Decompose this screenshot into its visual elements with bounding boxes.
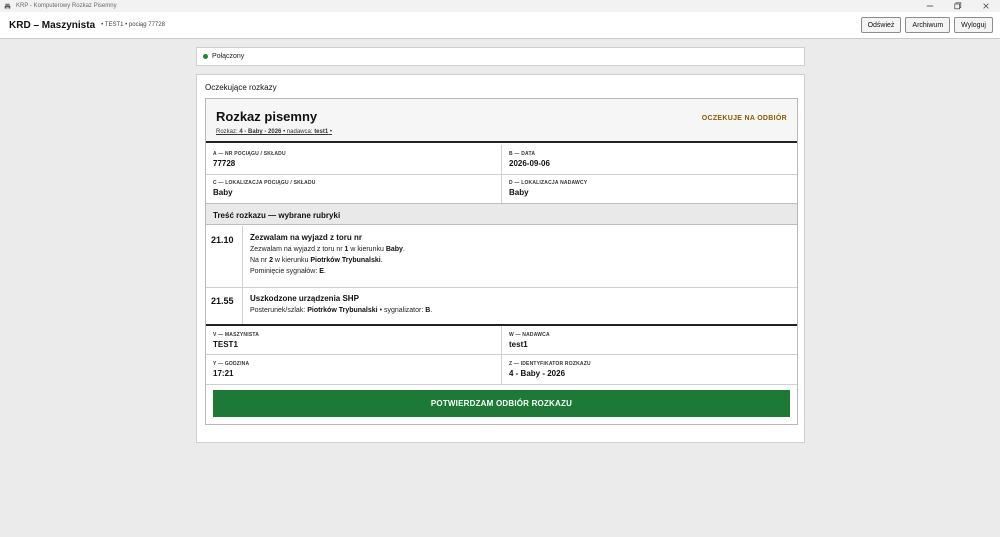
rubric-text: Zezwalam na wyjazd z toru nr	[250, 246, 345, 253]
field-v-value: TEST1	[213, 340, 238, 349]
order-sub-id: 4 - Baby - 2026	[239, 129, 282, 135]
refresh-button[interactable]: Odśwież	[860, 17, 902, 33]
field-d: D — LOKALIZACJA NADAWCY Baby	[502, 174, 797, 204]
rubric-value: Piotrków Trybunalski	[310, 257, 381, 264]
connection-status-text: Połączony	[212, 53, 245, 60]
rubric-text: Na nr	[250, 257, 270, 264]
divider	[501, 326, 502, 384]
rubric-line: Na nr 2 w kierunku Piotrków Trybunalski.	[250, 257, 383, 264]
order-title: Rozkaz pisemny	[216, 109, 318, 124]
order-status-badge: OCZEKUJE NA ODBIÓR	[701, 115, 787, 122]
order-header: Rozkaz pisemny Rozkaz: 4 - Baby - 2026 •…	[206, 99, 797, 143]
field-b: B — DATA 2026-09-06	[502, 145, 797, 175]
rubric-line: Posterunek/szlak: Piotrków Trybunalski •…	[250, 307, 432, 314]
field-c-label: C — LOKALIZACJA POCIĄGU / SKŁADU	[213, 180, 316, 186]
rubric-text: Posterunek/szlak:	[250, 307, 308, 314]
field-z-value: 4 - Baby - 2026	[509, 369, 566, 378]
rubric-title: Uszkodzone urządzenia SHP	[250, 294, 359, 303]
field-b-label: B — DATA	[509, 151, 536, 157]
field-w-value: test1	[509, 340, 528, 349]
rubric-item: 21.55 Uszkodzone urządzenia SHP Posterun…	[206, 288, 797, 324]
rubric-item: 21.10 Zezwalam na wyjazd z toru nr Zezwa…	[206, 226, 797, 287]
logout-button[interactable]: Wyloguj	[954, 17, 993, 33]
close-icon[interactable]	[972, 0, 1000, 12]
section-title: Treść rozkazu — wybrane rubryki	[213, 211, 341, 220]
minimize-icon[interactable]	[916, 0, 944, 12]
field-c: C — LOKALIZACJA POCIĄGU / SKŁADU Baby	[206, 174, 501, 204]
order-fields-top: A — NR POCIĄGU / SKŁADU 77728 B — DATA 2…	[206, 145, 797, 203]
window-controls	[916, 0, 1000, 12]
field-y-value: 17:21	[213, 369, 234, 378]
field-d-value: Baby	[509, 188, 529, 197]
field-y: Y — GODZINA 17:21	[206, 355, 501, 385]
order-fields-bottom: V — MASZYNISTA TEST1 W — NADAWCA test1 Y…	[206, 324, 797, 384]
rubric-line: Pominięcie sygnałów: E.	[250, 268, 326, 275]
field-z: Z — IDENTYFIKATOR ROZKAZU 4 - Baby - 202…	[502, 355, 797, 385]
rubric-number: 21.10	[211, 235, 234, 245]
section-header: Treść rozkazu — wybrane rubryki	[206, 203, 797, 225]
field-z-label: Z — IDENTYFIKATOR ROZKAZU	[509, 361, 591, 367]
rubric-text: .	[380, 257, 383, 264]
window-title: KRP - Komputerowy Rozkaz Pisemny	[16, 3, 117, 9]
rubric-line: Zezwalam na wyjazd z toru nr 1 w kierunk…	[250, 246, 405, 253]
field-w-label: W — NADAWCA	[509, 332, 550, 338]
divider	[501, 145, 502, 203]
app-header: KRD – Maszynista • TEST1 • pociąg 77728 …	[0, 12, 1000, 39]
rubric-value: Piotrków Trybunalski	[307, 307, 378, 314]
field-w: W — NADAWCA test1	[502, 326, 797, 356]
rubric-text: .	[402, 246, 405, 253]
rubric-text: .	[430, 307, 433, 314]
printer-icon	[4, 2, 12, 10]
rubric-text: • sygnalizator:	[377, 307, 426, 314]
rubric-text: w kierunku	[348, 246, 386, 253]
rubric-title: Zezwalam na wyjazd z toru nr	[250, 233, 363, 242]
order-card: Rozkaz pisemny Rozkaz: 4 - Baby - 2026 •…	[205, 98, 798, 425]
rubric-text: .	[323, 268, 326, 275]
confirm-receipt-button[interactable]: POTWIERDZAM ODBIÓR ROZKAZU	[213, 390, 790, 417]
rubric-number: 21.55	[211, 296, 234, 306]
app-name: KRD – Maszynista	[9, 19, 96, 31]
order-sub-suffix: •	[329, 129, 332, 135]
rubric-text: w kierunku	[272, 257, 311, 264]
maximize-icon[interactable]	[944, 0, 972, 12]
session-info: • TEST1 • pociąg 77728	[101, 22, 165, 28]
divider	[206, 384, 797, 385]
field-v: V — MASZYNISTA TEST1	[206, 326, 501, 356]
archive-button[interactable]: Archiwum	[905, 17, 951, 33]
order-sub-prefix: Rozkaz:	[216, 129, 238, 135]
field-d-label: D — LOKALIZACJA NADAWCY	[509, 180, 588, 186]
rubric-text: Pominięcie sygnałów:	[250, 268, 320, 275]
rubric-value: Baby	[385, 246, 403, 253]
field-c-value: Baby	[213, 188, 233, 197]
field-a-value: 77728	[213, 159, 236, 168]
field-y-label: Y — GODZINA	[213, 361, 250, 367]
field-a: A — NR POCIĄGU / SKŁADU 77728	[206, 145, 501, 175]
status-dot-icon	[203, 54, 208, 59]
panel-title: Oczekujące rozkazy	[205, 83, 277, 92]
header-actions: Odśwież Archiwum Wyloguj	[860, 17, 993, 33]
window-titlebar: KRP - Komputerowy Rozkaz Pisemny	[0, 0, 1000, 12]
pending-orders-panel: Oczekujące rozkazy Rozkaz pisemny Rozkaz…	[196, 74, 805, 443]
order-sub-sender-prefix: • nadawca:	[283, 129, 313, 135]
order-subtitle: Rozkaz: 4 - Baby - 2026 • nadawca: test1…	[216, 129, 332, 135]
field-a-label: A — NR POCIĄGU / SKŁADU	[213, 151, 286, 157]
field-b-value: 2026-09-06	[509, 159, 550, 168]
divider	[242, 226, 243, 324]
order-sub-sender: test1	[314, 129, 329, 135]
field-v-label: V — MASZYNISTA	[213, 332, 260, 338]
connection-status: Połączony	[196, 47, 805, 66]
